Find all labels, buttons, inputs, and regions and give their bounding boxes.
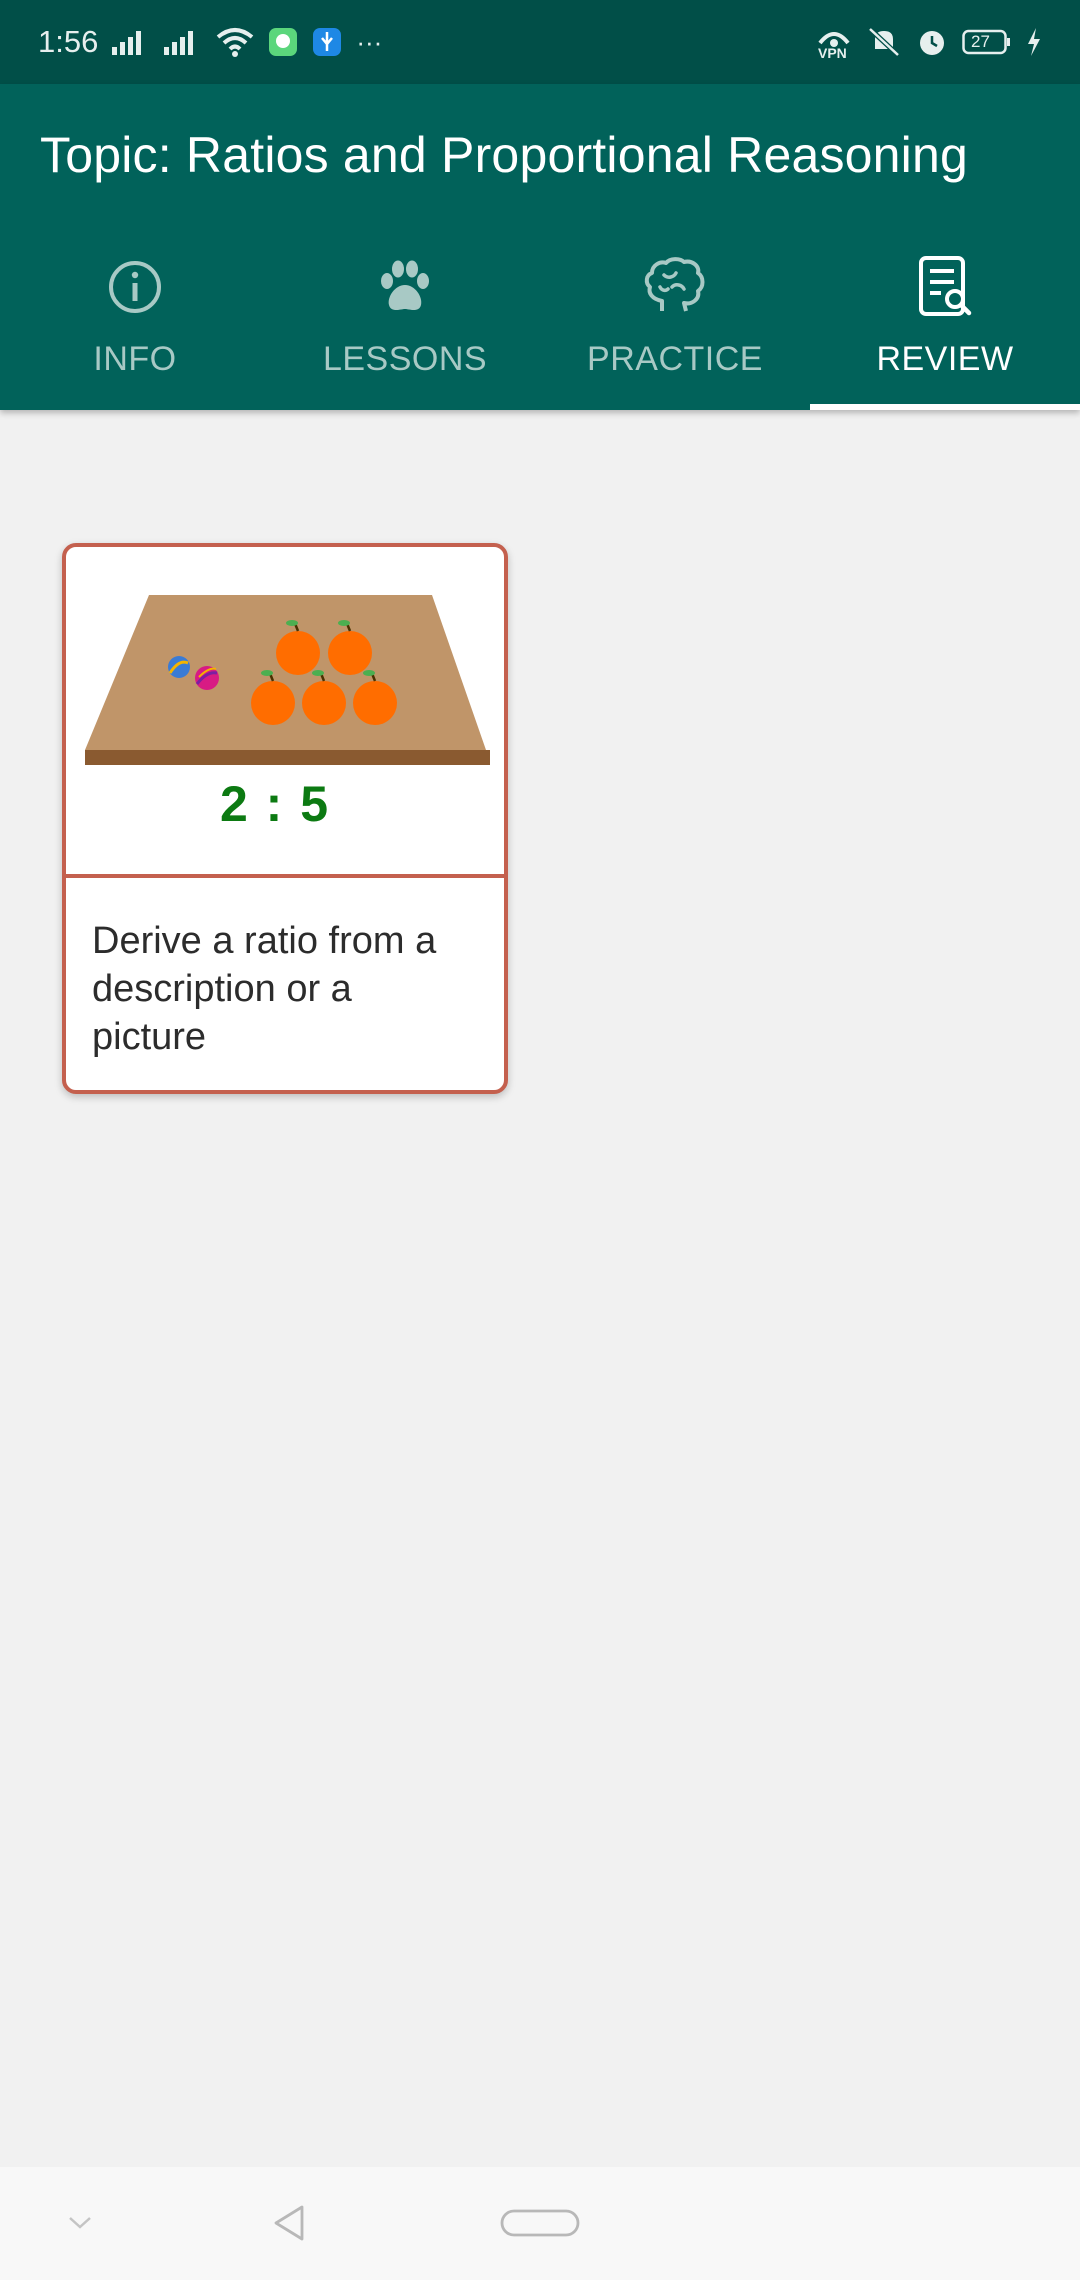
brain-icon xyxy=(640,252,710,322)
tab-lessons-label: LESSONS xyxy=(322,340,488,378)
system-nav-bar xyxy=(0,2167,1080,2280)
wifi-icon xyxy=(216,27,254,57)
vpn-label: VPN xyxy=(818,45,847,61)
app-bar: Topic: Ratios and Proportional Reasoning… xyxy=(0,84,1080,410)
tab-info[interactable]: INFO xyxy=(0,234,270,410)
tab-review[interactable]: REVIEW xyxy=(810,234,1080,410)
cell-signal-1-icon xyxy=(112,29,150,55)
card-caption: Derive a ratio from a description or a p… xyxy=(92,920,437,1058)
vpn-icon: VPN xyxy=(816,25,852,61)
tab-info-label: INFO xyxy=(93,340,177,378)
status-right: VPN 27 xyxy=(816,25,1042,61)
usb-icon xyxy=(312,27,342,57)
more-notifications-icon: ··· xyxy=(356,26,383,57)
back-button[interactable] xyxy=(254,2191,324,2255)
status-bar: 1:56 ··· VPN 27 xyxy=(0,0,1080,84)
status-left: 1:56 ··· xyxy=(38,24,816,60)
tab-bar: INFO LESSONS PRACTICE REVIEW xyxy=(0,234,1080,410)
tab-practice[interactable]: PRACTICE xyxy=(540,234,810,410)
status-time: 1:56 xyxy=(38,24,99,59)
card-illustration: 2 : 5 xyxy=(66,547,504,878)
marble-blue-icon xyxy=(168,656,190,678)
collapse-button[interactable] xyxy=(52,2195,108,2251)
paw-icon xyxy=(370,252,440,322)
marble-pink-icon xyxy=(195,666,219,690)
charging-bolt-icon xyxy=(1026,28,1042,56)
cell-signal-2-icon xyxy=(164,29,202,55)
page-title: Topic: Ratios and Proportional Reasoning xyxy=(40,127,968,183)
info-icon xyxy=(100,252,170,322)
battery-level: 27 xyxy=(971,32,990,51)
home-button[interactable] xyxy=(494,2195,586,2251)
ratio-picture xyxy=(85,595,490,765)
battery-icon: 27 xyxy=(962,28,1012,56)
vibrate-mute-icon xyxy=(866,25,902,59)
collapse-icon xyxy=(69,2217,91,2229)
home-icon xyxy=(500,2209,580,2237)
review-document-icon xyxy=(910,252,980,322)
tab-lessons[interactable]: LESSONS xyxy=(270,234,540,410)
back-icon xyxy=(274,2205,304,2241)
tab-practice-label: PRACTICE xyxy=(587,340,763,378)
app-notification-icon xyxy=(268,27,298,57)
alarm-icon xyxy=(916,26,948,58)
ratio-label: 2 : 5 xyxy=(219,776,331,832)
review-content: 2 : 5 Derive a ratio from a description … xyxy=(0,410,1080,2167)
tab-review-label: REVIEW xyxy=(876,340,1014,378)
review-card[interactable]: 2 : 5 Derive a ratio from a description … xyxy=(62,543,508,1094)
